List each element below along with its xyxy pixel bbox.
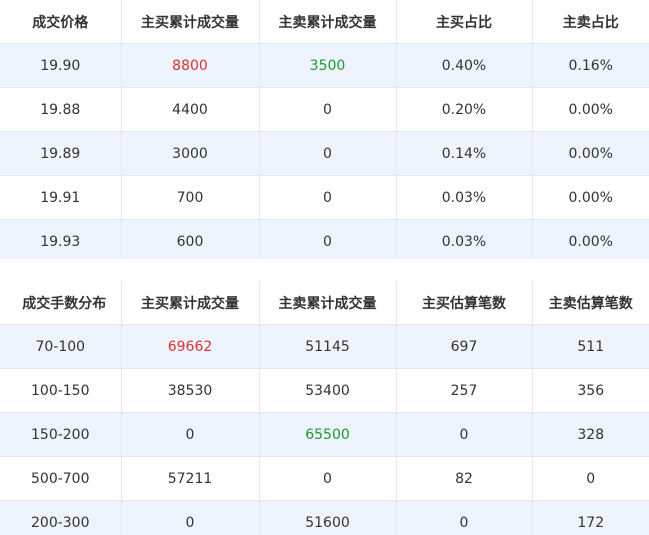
table-row: 19.91 700 0 0.03% 0.00% xyxy=(0,175,649,220)
table-row: 19.90 8800 3500 0.40% 0.16% xyxy=(0,43,649,88)
header-sell-volume: 主卖累计成交量 xyxy=(259,0,397,44)
sell-count-cell: 0 xyxy=(532,456,649,501)
sell-count-cell: 511 xyxy=(532,324,649,369)
lot-range-cell: 500-700 xyxy=(0,456,122,501)
buy-ratio-cell: 0.03% xyxy=(396,219,533,264)
table-row: 70-100 69662 51145 697 511 xyxy=(0,324,649,369)
header-sell-ratio: 主卖占比 xyxy=(532,0,649,44)
table-header-row: 成交手数分布 主买累计成交量 主卖累计成交量 主买估算笔数 主卖估算笔数 xyxy=(0,281,649,325)
header-buy-ratio: 主买占比 xyxy=(396,0,533,44)
sell-volume-cell: 51145 xyxy=(259,324,397,369)
sell-ratio-cell: 0.00% xyxy=(532,219,649,264)
sell-ratio-cell: 0.00% xyxy=(532,87,649,132)
sell-count-cell: 172 xyxy=(532,500,649,535)
buy-volume-cell: 600 xyxy=(121,219,260,264)
buy-ratio-cell: 0.14% xyxy=(396,131,533,176)
buy-volume-cell: 0 xyxy=(121,500,260,535)
price-distribution-table: 成交价格 主买累计成交量 主卖累计成交量 主买占比 主卖占比 19.90 880… xyxy=(0,0,649,264)
price-cell: 19.91 xyxy=(0,175,122,220)
lot-range-cell: 150-200 xyxy=(0,412,122,457)
sell-volume-cell: 0 xyxy=(259,175,397,220)
table-separator xyxy=(0,259,649,281)
sell-ratio-cell: 0.16% xyxy=(532,43,649,88)
sell-volume-cell: 0 xyxy=(259,219,397,264)
lot-range-cell: 100-150 xyxy=(0,368,122,413)
table-header-row: 成交价格 主买累计成交量 主卖累计成交量 主买占比 主卖占比 xyxy=(0,0,649,44)
sell-volume-cell: 65500 xyxy=(259,412,397,457)
lot-size-distribution-table: 成交手数分布 主买累计成交量 主卖累计成交量 主买估算笔数 主卖估算笔数 70-… xyxy=(0,281,649,535)
table-row: 100-150 38530 53400 257 356 xyxy=(0,368,649,413)
header-buy-count: 主买估算笔数 xyxy=(396,281,533,325)
header-buy-volume: 主买累计成交量 xyxy=(121,0,260,44)
header-buy-volume: 主买累计成交量 xyxy=(121,281,260,325)
buy-volume-cell: 0 xyxy=(121,412,260,457)
table-row: 500-700 57211 0 82 0 xyxy=(0,456,649,501)
sell-volume-cell: 0 xyxy=(259,456,397,501)
buy-ratio-cell: 0.03% xyxy=(396,175,533,220)
price-cell: 19.88 xyxy=(0,87,122,132)
header-lot-range: 成交手数分布 xyxy=(0,281,122,325)
buy-volume-cell: 69662 xyxy=(121,324,260,369)
buy-volume-cell: 57211 xyxy=(121,456,260,501)
lot-range-cell: 70-100 xyxy=(0,324,122,369)
header-sell-count: 主卖估算笔数 xyxy=(532,281,649,325)
sell-count-cell: 356 xyxy=(532,368,649,413)
buy-volume-cell: 4400 xyxy=(121,87,260,132)
buy-ratio-cell: 0.40% xyxy=(396,43,533,88)
sell-ratio-cell: 0.00% xyxy=(532,131,649,176)
buy-volume-cell: 700 xyxy=(121,175,260,220)
price-cell: 19.89 xyxy=(0,131,122,176)
buy-volume-cell: 3000 xyxy=(121,131,260,176)
buy-count-cell: 0 xyxy=(396,412,533,457)
sell-volume-cell: 0 xyxy=(259,87,397,132)
buy-count-cell: 82 xyxy=(396,456,533,501)
buy-count-cell: 257 xyxy=(396,368,533,413)
buy-volume-cell: 8800 xyxy=(121,43,260,88)
price-cell: 19.93 xyxy=(0,219,122,264)
table-row: 19.89 3000 0 0.14% 0.00% xyxy=(0,131,649,176)
table-row: 19.88 4400 0 0.20% 0.00% xyxy=(0,87,649,132)
header-trade-price: 成交价格 xyxy=(0,0,122,44)
buy-ratio-cell: 0.20% xyxy=(396,87,533,132)
sell-volume-cell: 53400 xyxy=(259,368,397,413)
sell-volume-cell: 51600 xyxy=(259,500,397,535)
sell-volume-cell: 3500 xyxy=(259,43,397,88)
sell-ratio-cell: 0.00% xyxy=(532,175,649,220)
table-row: 150-200 0 65500 0 328 xyxy=(0,412,649,457)
table-row: 200-300 0 51600 0 172 xyxy=(0,500,649,535)
buy-count-cell: 0 xyxy=(396,500,533,535)
sell-volume-cell: 0 xyxy=(259,131,397,176)
buy-volume-cell: 38530 xyxy=(121,368,260,413)
lot-range-cell: 200-300 xyxy=(0,500,122,535)
table-row: 19.93 600 0 0.03% 0.00% xyxy=(0,219,649,264)
sell-count-cell: 328 xyxy=(532,412,649,457)
price-cell: 19.90 xyxy=(0,43,122,88)
buy-count-cell: 697 xyxy=(396,324,533,369)
trade-distribution-panel: 成交价格 主买累计成交量 主卖累计成交量 主买占比 主卖占比 19.90 880… xyxy=(0,0,649,535)
header-sell-volume: 主卖累计成交量 xyxy=(259,281,397,325)
